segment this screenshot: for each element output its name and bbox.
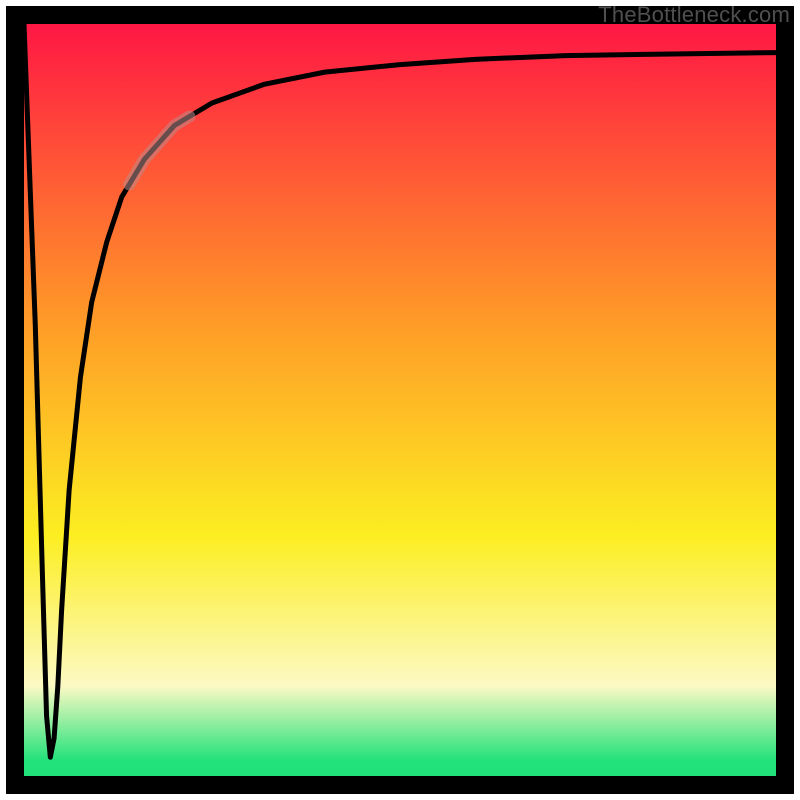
watermark-text: TheBottleneck.com [598, 2, 790, 28]
chart-container: TheBottleneck.com [0, 0, 800, 800]
plot-background [24, 24, 776, 776]
bottleneck-chart [0, 0, 800, 800]
